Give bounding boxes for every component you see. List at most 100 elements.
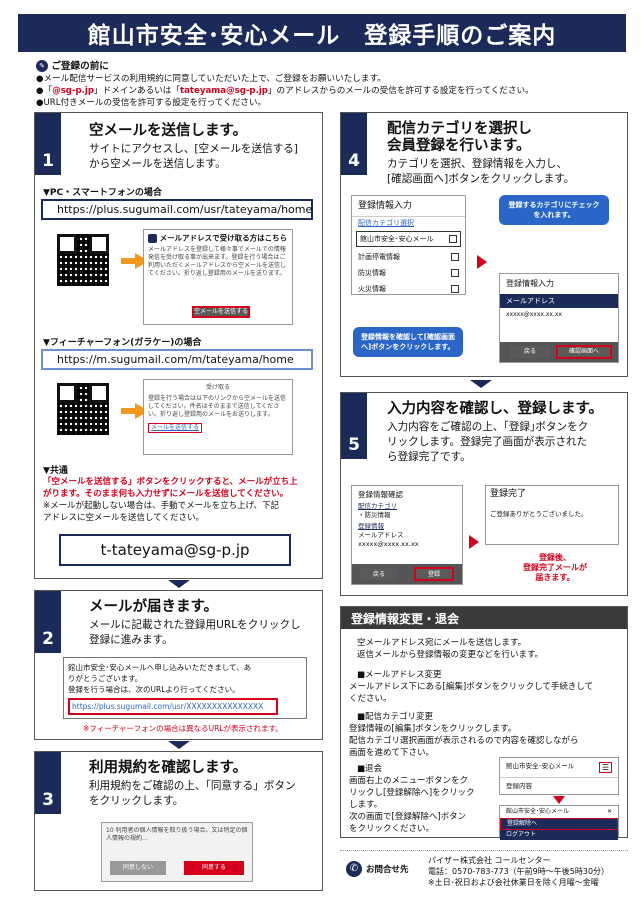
step-5-number: 5 xyxy=(341,393,367,459)
step-3-panel: 3 利用規約を確認します。 利用規約をご確認の上、「同意する」ボタン をクリック… xyxy=(34,751,323,891)
step-4-desc-2: [確認画面へ]ボタンをクリックします。 xyxy=(387,173,575,185)
common-red-1: 「空メールを送信する」ボタンをクリックすると、メールが立ち上 xyxy=(43,477,298,487)
hamburger-menu-icon[interactable]: ☰ xyxy=(598,762,612,773)
step-1-title: 空メールを送信します。 xyxy=(89,123,248,139)
contact-panel: ✆ お問合せ先 パイザー株式会社 コールセンター 電話：0570-783-773… xyxy=(340,850,628,896)
pre-title: ✎ ご登録の前に xyxy=(36,60,626,73)
agree-button[interactable]: 同意する xyxy=(184,861,244,875)
pc-mock-send-button[interactable]: 空メールを送信する xyxy=(192,306,250,318)
step-4-desc-1: カテゴリを選択、登録情報を入力し、 xyxy=(387,158,568,170)
step-1-number: 1 xyxy=(35,113,61,175)
back-button[interactable]: 戻る xyxy=(510,346,550,358)
step-1-panel: 1 空メールを送信します。 サイトにアクセスし、[空メールを送信する] から空メ… xyxy=(34,112,323,579)
step-3-desc-2: をクリックします。 xyxy=(89,795,184,807)
confirm-title: 登録情報確認 xyxy=(358,490,403,499)
step-2-panel: 2 メールが届きます。 メールに記載された登録用URLをクリックし 登録に進みま… xyxy=(34,590,323,740)
step-3-desc-1: 利用規約をご確認の上、「同意する」ボタン xyxy=(89,780,296,792)
fp-url[interactable]: https://m.sugumail.com/m/tateyama/home xyxy=(57,353,294,366)
step-2-title: メールが届きます。 xyxy=(89,599,219,615)
confirm-tip: 登録情報を確認して[確認画面へ]ボタンをクリックします。 xyxy=(353,327,463,357)
pc-url[interactable]: https://plus.sugumail.com/usr/tateyama/h… xyxy=(57,203,312,216)
change-panel: 登録情報変更・退会 空メールアドレス宛にメールを送信します。 返信メールから登録… xyxy=(340,606,628,840)
contact-label: お問合せ先 xyxy=(366,865,409,875)
info-form-mock: 登録情報入力 メールアドレス xxxxx@xxxx.xx.xx 戻る 確認画面へ xyxy=(499,273,619,363)
terms-text: 10 利用者の個人情報を取り扱う場合、又は特定の個人情報の規約… xyxy=(106,827,248,842)
quit-body-3: します。 xyxy=(349,800,383,810)
category-change-head: ■配信カテゴリ変更 xyxy=(357,712,434,722)
step-5-panel: 5 入力内容を確認し、登録します。 入力内容をご確認の上、｢登録｣ボタンをク リ… xyxy=(340,392,628,596)
check-category-tip: 登録するカテゴリにチェックを入れます。 xyxy=(499,195,609,225)
pc-url-box[interactable]: https://plus.sugumail.com/usr/tateyama/h… xyxy=(41,199,313,220)
category-change-body-3: 画面を進めて下さい。 xyxy=(349,748,435,758)
step-2-desc-1: メールに記載された登録用URLをクリックし xyxy=(89,619,301,631)
confirm-mail-label: メールアドレス xyxy=(358,531,404,539)
confirm-info-head: 登録情報 xyxy=(358,522,384,530)
fp-qr-code-icon xyxy=(57,383,109,435)
close-icon[interactable]: ✕ xyxy=(607,808,612,816)
email-address-box[interactable]: t-tateyama@sg-p.jp xyxy=(59,534,291,566)
pc-qr-code-icon xyxy=(57,234,109,286)
fp-mock-body: 登録を行う場合は以下のリンクから空メールを送信してください。件名はそのままで送信… xyxy=(148,395,287,418)
pc-label: ▼PC・スマートフォンの場合 xyxy=(43,188,162,198)
category-form-mock: 登録情報入力 配信カテゴリ選択 館山市安全･安心メール 計画停電情報 防災情報 … xyxy=(351,195,466,295)
step-5-title: 入力内容を確認し、登録します。 xyxy=(387,401,604,417)
register-button[interactable]: 登録 xyxy=(414,567,454,581)
common-note-2: アドレスに空メールを送信してください。 xyxy=(43,513,204,523)
info-form-title: 登録情報入力 xyxy=(506,279,554,288)
change-intro-1: 空メールアドレス宛にメールを送信します。 xyxy=(357,638,527,648)
down-arrow-icon xyxy=(168,741,190,749)
quit-body-1: 画面右上のメニューボタンをク xyxy=(349,776,469,786)
down-arrow-icon xyxy=(470,380,492,388)
step-3-number: 3 xyxy=(35,752,61,814)
disagree-button[interactable]: 同意しない xyxy=(110,861,166,875)
back-button[interactable]: 戻る xyxy=(360,568,398,580)
menu-item-profile[interactable]: 登録内容 xyxy=(500,778,618,794)
category-change-body-2: 配信カテゴリ選択画面が表示されるので内容を確認しながら xyxy=(349,736,579,746)
common-red-2: がります。そのまま何も入力せずにメールを送信してください。 xyxy=(43,489,289,499)
step-2-number: 2 xyxy=(35,591,61,653)
confirm-screen-button[interactable]: 確認画面へ xyxy=(556,345,612,359)
step-5-desc-3: ら登録完了です。 xyxy=(387,451,471,463)
pre-line-3: ●URL付きメールの受信を許可する設定を行ってください。 xyxy=(36,98,267,108)
step-2-desc-2: 登録に進みます。 xyxy=(89,634,173,646)
page-title: 館山市安全･安心メール 登録手順のご案内 xyxy=(18,14,626,52)
down-arrow-icon xyxy=(168,580,190,588)
step-5-desc-2: リックします。登録完了画面が表示された xyxy=(387,436,588,448)
mail-change-body-1: メールアドレス下にある[編集]ボタンをクリックして手続きして xyxy=(349,682,594,692)
pre-notes: ✎ ご登録の前に ●メール配信サービスの利用規約に同意していただいた上で、ご登録… xyxy=(36,60,626,109)
mail-register-url[interactable]: https://plus.sugumail.com/usr/XXXXXXXXXX… xyxy=(68,698,278,715)
mail-mock: 館山市安全･安心メールへ申し込みいただきまして、あ りがとうございます。 登録を… xyxy=(63,657,307,719)
contact-company: パイザー株式会社 コールセンター xyxy=(428,856,551,865)
info-form-field: メールアドレス xyxy=(500,294,618,308)
category-item[interactable]: 館山市安全･安心メール xyxy=(356,231,461,247)
step-1-desc-1: サイトにアクセスし、[空メールを送信する] xyxy=(89,143,299,155)
email-address[interactable]: t-tateyama@sg-p.jp xyxy=(100,541,249,559)
fp-mock-send-link[interactable]: メールを送信する xyxy=(148,423,203,433)
terms-mock: 10 利用者の個人情報を取り扱う場合、又は特定の個人情報の規約… 同意しない 同… xyxy=(101,822,253,882)
red-arrow-icon xyxy=(469,535,479,549)
step-4-title-1: 配信カテゴリを選択し xyxy=(387,121,532,137)
common-note-1: ※メールが起動しない場合は、手動でメールを立ち上げ、下記 xyxy=(43,501,280,511)
done-message: ご登録ありがとうございました。 xyxy=(490,510,588,518)
fp-label: ▼フィーチャーフォン(ガラケー)の場合 xyxy=(43,338,202,348)
mail-line-2: りがとうございます。 xyxy=(68,674,143,683)
category-change-body-1: 登録情報の[編集]ボタンをクリックします。 xyxy=(349,724,517,734)
done-mock: 登録完了 ご登録ありがとうございました。 xyxy=(485,485,619,545)
quit-body-2: リックし[登録解除へ]をクリック xyxy=(349,788,475,798)
step-5-desc-1: 入力内容をご確認の上、｢登録｣ボタンをク xyxy=(387,421,589,433)
step-2-note: ※フィーチャーフォンの場合は異なるURLが表示されます。 xyxy=(83,724,283,733)
change-title: 登録情報変更・退会 xyxy=(341,607,627,629)
pc-site-mock: メールアドレスで受け取る方はこちら メールアドレスを登録して様々事でメールでの情… xyxy=(143,229,293,325)
fp-url-box[interactable]: https://m.sugumail.com/m/tateyama/home xyxy=(41,349,313,370)
note-icon: ✎ xyxy=(36,60,48,72)
logout-menu-item[interactable]: ログアウト xyxy=(500,830,618,840)
confirm-category-item: ・防災情報 xyxy=(358,511,391,519)
mail-line-3: 登録を行う場合は、次のURLより行ってください。 xyxy=(68,685,240,694)
category-item[interactable]: 防災情報 xyxy=(352,265,465,281)
menu-mock-2: 館山市安全･安心メール ✕ 登録解除へ ログアウト xyxy=(499,805,619,840)
category-item[interactable]: 計画停電情報 xyxy=(352,249,465,265)
unregister-menu-item[interactable]: 登録解除へ xyxy=(500,818,618,830)
confirm-category-head: 配信カテゴリ xyxy=(358,502,397,510)
confirm-mail-value: xxxxx@xxxx.xx.xx xyxy=(358,540,419,548)
category-item[interactable]: 火災情報 xyxy=(352,281,465,297)
